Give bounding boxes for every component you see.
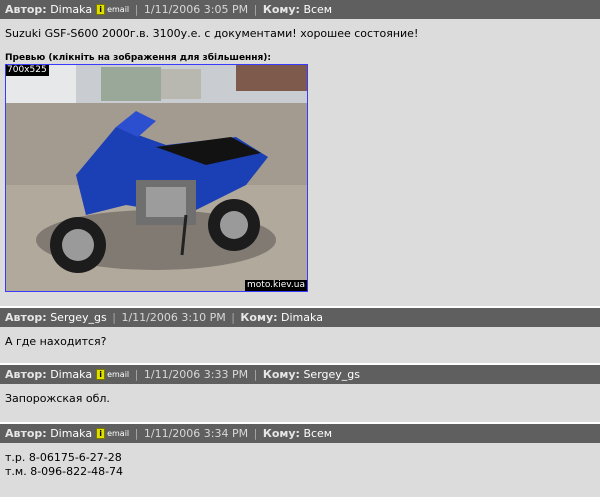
email-link[interactable]: email	[107, 370, 129, 379]
user-info-icon[interactable]: i	[96, 4, 106, 15]
post-header: Автор: Dimaka i email | 1/11/2006 3:34 PM …	[0, 424, 600, 443]
post-text: Suzuki GSF-S600 2000г.в. 3100у.е. с доку…	[5, 27, 419, 40]
separator: |	[253, 427, 258, 440]
author-label: Автор:	[5, 311, 47, 324]
forum-post: Автор: Dimaka i email | 1/11/2006 3:34 PM …	[0, 424, 600, 497]
image-dimensions: 700x525	[6, 65, 49, 76]
post-date: 1/11/2006 3:10 PM	[121, 311, 226, 324]
post-body: А где находится?	[0, 327, 600, 363]
recipient-label: Кому:	[262, 368, 300, 381]
email-link[interactable]: email	[107, 5, 129, 14]
watermark: moto.kiev.ua	[245, 280, 307, 291]
preview-image[interactable]: 700x525 moto.kiev.ua	[5, 64, 308, 292]
user-info-icon[interactable]: i	[96, 428, 106, 439]
recipient-name: Sergey_gs	[303, 368, 360, 381]
separator: |	[134, 427, 139, 440]
recipient-label: Кому:	[240, 311, 278, 324]
author-name[interactable]: Dimaka	[50, 368, 92, 381]
author-name[interactable]: Dimaka	[50, 427, 92, 440]
forum-post: Автор: Dimaka i email | 1/11/2006 3:05 PM …	[0, 0, 600, 306]
separator: |	[134, 3, 139, 16]
preview-label: Превью (клікніть на зображення для збіль…	[5, 53, 271, 63]
post-body: Запорожская обл.	[0, 384, 600, 422]
author-label: Автор:	[5, 427, 47, 440]
post-date: 1/11/2006 3:33 PM	[143, 368, 249, 381]
author-label: Автор:	[5, 368, 47, 381]
email-link[interactable]: email	[107, 429, 129, 438]
forum-post: Автор: Sergey_gs | 1/11/2006 3:10 PM | К…	[0, 308, 600, 363]
recipient-label: Кому:	[262, 3, 300, 16]
post-date: 1/11/2006 3:34 PM	[143, 427, 249, 440]
recipient-name: Всем	[303, 427, 333, 440]
forum-post: Автор: Dimaka i email | 1/11/2006 3:33 PM …	[0, 365, 600, 422]
recipient-name: Всем	[303, 3, 333, 16]
separator: |	[253, 3, 258, 16]
post-header: Автор: Dimaka i email | 1/11/2006 3:33 PM …	[0, 365, 600, 384]
post-text: т.м. 8-096-822-48-74	[5, 465, 124, 478]
motorcycle-photo	[6, 65, 307, 291]
author-name[interactable]: Dimaka	[50, 3, 92, 16]
separator: |	[112, 311, 116, 324]
separator: |	[134, 368, 139, 381]
post-date: 1/11/2006 3:05 PM	[143, 3, 249, 16]
post-text: Запорожская обл.	[5, 392, 110, 405]
post-header: Автор: Dimaka i email | 1/11/2006 3:05 PM …	[0, 0, 600, 19]
author-label: Автор:	[5, 3, 47, 16]
separator: |	[253, 368, 258, 381]
post-text: А где находится?	[5, 335, 107, 348]
post-text: т.р. 8-06175-6-27-28	[5, 451, 122, 464]
recipient-name: Dimaka	[281, 311, 323, 324]
user-info-icon[interactable]: i	[96, 369, 106, 380]
separator: |	[231, 311, 235, 324]
post-header: Автор: Sergey_gs | 1/11/2006 3:10 PM | К…	[0, 308, 600, 327]
author-name[interactable]: Sergey_gs	[50, 311, 107, 324]
post-body: Suzuki GSF-S600 2000г.в. 3100у.е. с доку…	[0, 19, 600, 306]
post-body: т.р. 8-06175-6-27-28 т.м. 8-096-822-48-7…	[0, 443, 600, 497]
recipient-label: Кому:	[262, 427, 300, 440]
